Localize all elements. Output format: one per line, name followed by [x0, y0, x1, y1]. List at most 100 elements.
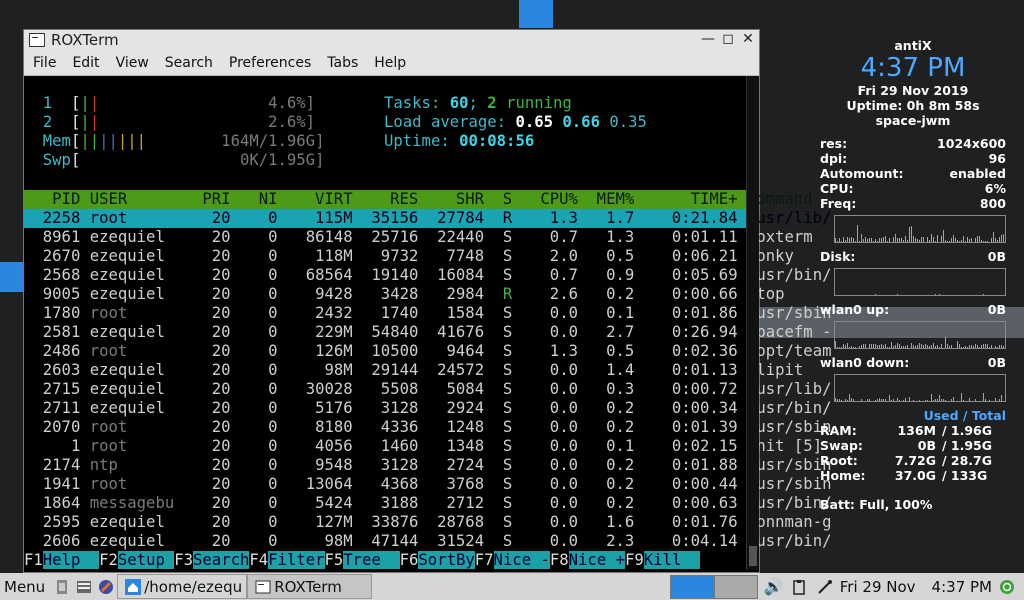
taskbar-date[interactable]: Fri 29 Nov: [840, 578, 916, 596]
task-file-manager[interactable]: /home/ezequ: [117, 574, 248, 599]
menu-help[interactable]: Help: [366, 55, 414, 71]
fkey-f4[interactable]: F4: [249, 551, 268, 569]
taskbar: Menu /home/ezequ ROXTerm 🔊 Fri 29 Nov 4:…: [0, 573, 1024, 600]
stat-res: res: 1024x600: [820, 136, 1006, 151]
hostname: antiX: [894, 38, 932, 53]
system-tray: 🔊 Fri 29 Nov 4:37 PM: [764, 577, 1024, 596]
terminal-icon: [255, 580, 271, 593]
terminal-icon: [29, 33, 45, 47]
power-icon[interactable]: [999, 579, 1015, 595]
fkey-f9[interactable]: F9: [625, 551, 644, 569]
fkey-f3[interactable]: F3: [174, 551, 193, 569]
process-row[interactable]: 1780 root 20 0 2432 1740 1584 S 0.0 0.1 …: [24, 304, 841, 323]
fkey-label[interactable]: Nice +: [568, 551, 625, 569]
window-manager: space-jwm: [875, 113, 951, 128]
desktop-pager: [669, 574, 758, 599]
process-row[interactable]: 9005 ezequiel 20 0 9428 3428 2984 R 2.6 …: [24, 285, 841, 304]
process-row[interactable]: 1 root 20 0 4056 1460 1348 S 0.0 0.1 0:0…: [24, 437, 841, 456]
conky-monitor: antiX 4:37 PM Fri 29 Nov 2019 Uptime: 0h…: [820, 38, 1006, 512]
process-row[interactable]: 8961 ezequiel 20 0 86148 25716 22440 S 0…: [24, 228, 841, 247]
wlan-down-graph: [834, 374, 1006, 402]
title-bar[interactable]: ROXTerm — ◻ ✕: [24, 30, 759, 50]
swap-meter: Swp[ 0K/1.95G]: [42, 151, 325, 169]
stat-wlan-up: wlan0 up: 0B: [820, 302, 1006, 317]
fkey-label[interactable]: Tree: [343, 551, 400, 569]
process-row[interactable]: 2486 root 20 0 126M 10500 9464 S 1.3 0.5…: [24, 342, 841, 361]
scroll-icon[interactable]: [54, 579, 70, 595]
clipboard-icon[interactable]: [791, 579, 807, 595]
process-row[interactable]: 2715 ezequiel 20 0 30028 5508 5084 S 0.0…: [24, 380, 841, 399]
cpu1-meter: 1 [|| 4.6%]: [42, 94, 316, 112]
task-label: ROXTerm: [274, 577, 342, 596]
fkey-f1[interactable]: F1: [24, 551, 43, 569]
menu-search[interactable]: Search: [157, 55, 221, 71]
process-row[interactable]: 2070 root 20 0 8180 4336 1248 S 0.0 0.2 …: [24, 418, 841, 437]
process-row[interactable]: 1941 root 20 0 13064 4368 3768 S 0.0 0.2…: [24, 475, 841, 494]
process-row[interactable]: 2711 ezequiel 20 0 5176 3128 2924 S 0.0 …: [24, 399, 841, 418]
desktop-2[interactable]: [713, 574, 758, 599]
mem-meter: Mem[||||||| 164M/1.96G]: [42, 132, 325, 150]
process-row[interactable]: 2670 ezequiel 20 0 118M 9732 7748 S 2.0 …: [24, 247, 841, 266]
fkey-f2[interactable]: F2: [99, 551, 118, 569]
used-total-header: Used / Total: [923, 408, 1006, 423]
stat-swap: Swap: 0B/ 1.95G: [820, 438, 993, 453]
network-icon[interactable]: [817, 579, 833, 595]
menu-view[interactable]: View: [108, 55, 157, 71]
process-row[interactable]: 2581 ezequiel 20 0 229M 54840 41676 S 0.…: [24, 323, 841, 342]
desktop-1[interactable]: [669, 574, 714, 599]
process-table-header[interactable]: PID USER PRI NI VIRT RES SHR S CPU% MEM%…: [24, 190, 813, 209]
process-row[interactable]: 2606 ezequiel 20 0 98M 47144 31524 S 0.0…: [24, 532, 841, 551]
stat-root: Root: 7.72G/ 28.7G: [820, 453, 993, 468]
process-row[interactable]: 2595 ezequiel 20 0 127M 33876 28768 S 0.…: [24, 513, 841, 532]
fkey-f6[interactable]: F6: [400, 551, 419, 569]
browser-icon[interactable]: [98, 579, 114, 595]
fkey-label[interactable]: Search: [193, 551, 250, 569]
stat-automount: Automount: enabled: [820, 166, 1006, 181]
menu-edit[interactable]: Edit: [64, 55, 107, 71]
desktop-highlight: [0, 262, 24, 292]
process-row[interactable]: 2603 ezequiel 20 0 98M 29144 24572 S 0.0…: [24, 361, 841, 380]
fkey-f8[interactable]: F8: [550, 551, 569, 569]
process-row[interactable]: 2174 ntp 20 0 9548 3128 2724 S 0.0 0.2 0…: [24, 456, 841, 475]
process-row[interactable]: 2568 ezequiel 20 0 68564 19140 16084 S 0…: [24, 266, 841, 285]
load-average: Load average: 0.65 0.66 0.35: [384, 113, 647, 131]
clock-time: 4:37 PM: [860, 53, 966, 83]
roxterm-window: ROXTerm — ◻ ✕ File Edit View Search Pref…: [23, 29, 831, 573]
uptime: Uptime: 0h 8m 58s: [846, 98, 980, 113]
clock-date: Fri 29 Nov 2019: [857, 83, 969, 98]
minimize-button[interactable]: —: [701, 31, 715, 47]
fkey-label[interactable]: Help: [42, 551, 100, 569]
fkey-label[interactable]: Nice -: [493, 551, 550, 569]
uptime: Uptime: 00:08:56: [384, 132, 535, 150]
task-label: /home/ezequ: [144, 577, 243, 596]
terminal-area[interactable]: 1 [|| 4.6%] 2 [|| 2.6%] Mem[||||||| 164M…: [24, 76, 831, 570]
process-row[interactable]: 1864 messagebu 20 0 5424 3188 2712 S 0.0…: [24, 494, 841, 513]
stat-ram: RAM: 136M/ 1.96G: [820, 423, 993, 438]
fkey-label[interactable]: SortBy: [418, 551, 475, 569]
tasks-summary: Tasks: 60; 2 running: [384, 94, 572, 112]
maximize-button[interactable]: ◻: [721, 31, 735, 47]
menu-button[interactable]: Menu: [0, 573, 51, 600]
volume-icon[interactable]: 🔊: [764, 577, 784, 596]
taskbar-time[interactable]: 4:37 PM: [932, 578, 992, 596]
fkey-label[interactable]: Setup: [117, 551, 175, 569]
process-row[interactable]: 2258 root 20 0 115M 35156 27784 R 1.3 1.…: [24, 209, 831, 228]
stat-cpu: CPU: 6%: [820, 181, 1006, 196]
stat-home: Home: 37.0G/ 133G: [820, 468, 988, 483]
fkey-label[interactable]: Kill: [643, 551, 701, 569]
cpu-graph: [834, 215, 1006, 243]
close-button[interactable]: ✕: [741, 31, 755, 47]
fkey-f5[interactable]: F5: [325, 551, 344, 569]
task-roxterm[interactable]: ROXTerm: [247, 574, 373, 599]
wlan-up-graph: [834, 321, 1006, 349]
stat-dpi: dpi: 96: [820, 151, 1006, 166]
fkey-f7[interactable]: F7: [475, 551, 494, 569]
menu-preferences[interactable]: Preferences: [221, 55, 319, 71]
menu-file[interactable]: File: [24, 55, 64, 71]
file-manager-icon[interactable]: [76, 579, 92, 595]
battery-status: Batt: Full, 100%: [820, 497, 933, 512]
fkey-label[interactable]: Filter: [268, 551, 325, 569]
menu-bar: File Edit View Search Preferences Tabs H…: [24, 50, 759, 76]
menu-tabs[interactable]: Tabs: [319, 55, 366, 71]
scrollbar[interactable]: [746, 76, 759, 570]
